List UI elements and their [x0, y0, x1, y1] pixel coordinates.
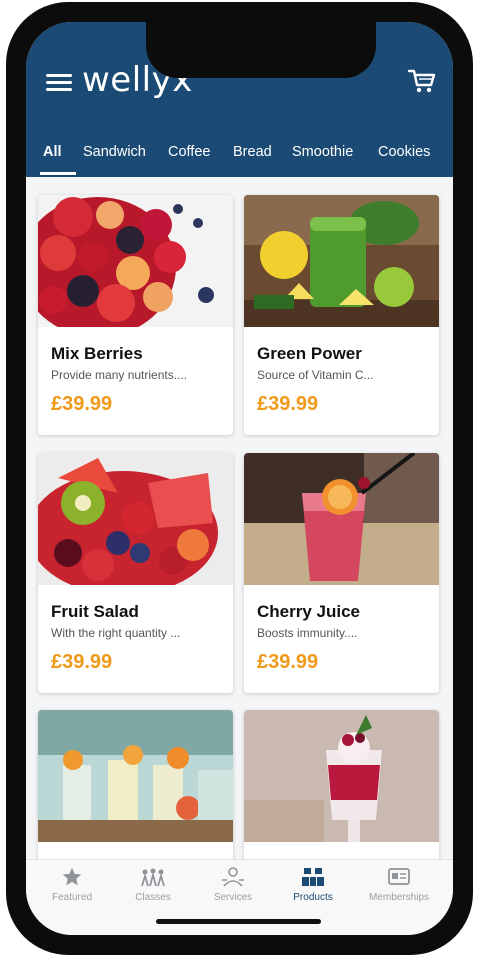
phone-notch — [146, 22, 376, 78]
nav-classes[interactable]: Classes — [113, 866, 193, 903]
tab-sandwich[interactable]: Sandwich — [83, 144, 146, 160]
product-card-mix-berries[interactable]: Mix Berries Provide many nutrients.... £… — [38, 195, 233, 435]
nav-label: Memberships — [368, 892, 430, 903]
nav-label: Classes — [135, 892, 171, 903]
product-name: Green Power — [257, 344, 362, 363]
nav-products[interactable]: Products — [273, 866, 353, 903]
fruit-salad-image — [38, 453, 233, 585]
product-description: Boosts immunity.... — [257, 626, 358, 640]
nav-label: Products — [293, 892, 333, 903]
product-name: Cherry Juice — [257, 602, 360, 621]
product-price: £39.99 — [51, 651, 113, 673]
nav-featured[interactable]: Featured — [32, 866, 112, 903]
tab-smoothie[interactable]: Smoothie — [292, 144, 353, 160]
parfait-image — [244, 710, 439, 842]
app-screen: wellyx All Sandwich Coffee Bread Smoothi… — [26, 22, 453, 935]
phone-frame: wellyx All Sandwich Coffee Bread Smoothi… — [6, 2, 473, 955]
star-icon — [62, 867, 82, 886]
cherry-juice-image — [244, 453, 439, 585]
product-card-drinks[interactable] — [38, 710, 233, 859]
people-group-icon — [141, 868, 165, 887]
product-price: £39.99 — [257, 651, 319, 673]
mix-berries-image — [38, 195, 233, 327]
product-price: £39.99 — [51, 393, 113, 415]
product-description: Source of Vitamin C... — [257, 368, 374, 382]
tab-cookies[interactable]: Cookies — [378, 144, 430, 160]
product-name: Fruit Salad — [51, 602, 139, 621]
active-tab-indicator — [40, 172, 76, 175]
nav-label: Featured — [51, 892, 93, 903]
drinks-image — [38, 710, 233, 842]
product-grid: Mix Berries Provide many nutrients.... £… — [26, 177, 453, 859]
tab-bread[interactable]: Bread — [233, 144, 272, 160]
product-card-parfait[interactable] — [244, 710, 439, 859]
product-name: Mix Berries — [51, 344, 143, 363]
boxes-icon — [302, 868, 324, 886]
shopping-cart-icon[interactable] — [407, 66, 437, 96]
product-price: £39.99 — [257, 393, 319, 415]
product-card-fruit-salad[interactable]: Fruit Salad With the right quantity ... … — [38, 453, 233, 693]
green-power-image — [244, 195, 439, 327]
tab-all[interactable]: All — [43, 144, 62, 160]
nav-memberships[interactable]: Memberships — [359, 866, 439, 903]
membership-card-icon — [388, 868, 410, 885]
nav-label: Services — [213, 892, 253, 903]
service-person-icon — [222, 867, 244, 887]
nav-services[interactable]: Services — [193, 866, 273, 903]
hamburger-menu-icon[interactable] — [46, 70, 72, 96]
product-card-green-power[interactable]: Green Power Source of Vitamin C... £39.9… — [244, 195, 439, 435]
category-tabs: All Sandwich Coffee Bread Smoothie Cooki… — [26, 134, 453, 177]
product-card-cherry-juice[interactable]: Cherry Juice Boosts immunity.... £39.99 — [244, 453, 439, 693]
tab-coffee[interactable]: Coffee — [168, 144, 210, 160]
product-description: Provide many nutrients.... — [51, 368, 188, 382]
home-indicator — [156, 919, 321, 924]
product-description: With the right quantity ... — [51, 626, 181, 640]
bottom-navigation: Featured Classes Services Products Membe… — [26, 859, 453, 935]
